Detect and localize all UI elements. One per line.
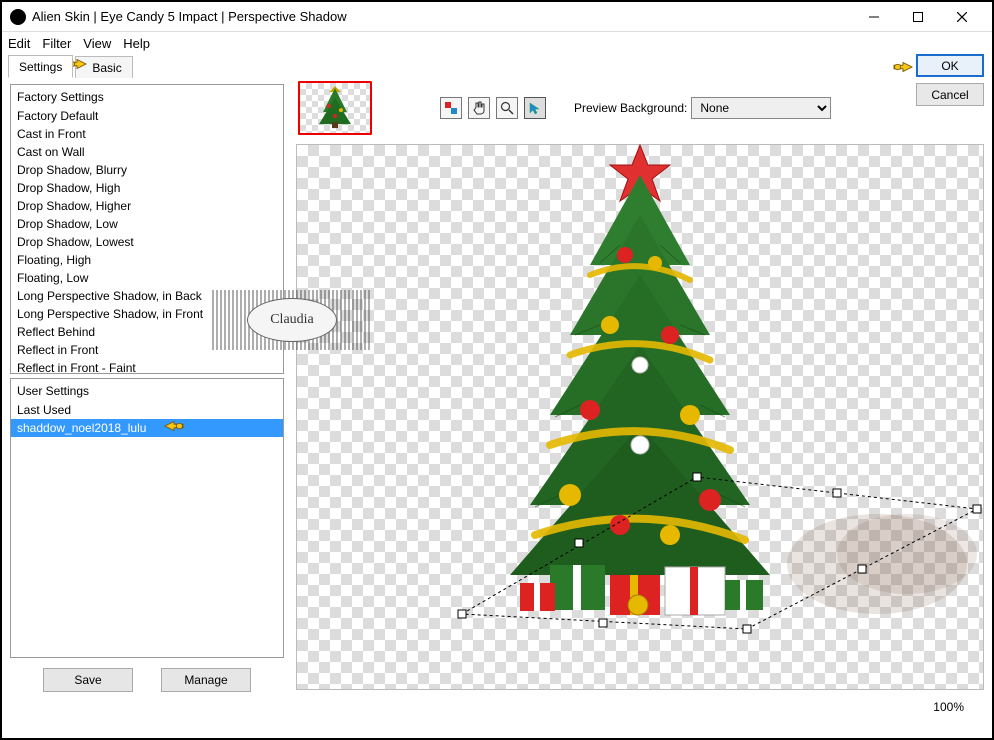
preset-item[interactable]: Drop Shadow, Higher	[11, 197, 283, 215]
preview-toolbar: Preview Background: None	[292, 78, 992, 138]
preset-item[interactable]: Factory Default	[11, 107, 283, 125]
thumbnail[interactable]	[298, 81, 372, 135]
preset-item[interactable]: Drop Shadow, Lowest	[11, 233, 283, 251]
thumbnail-tree-icon	[315, 84, 355, 130]
watermark-text: Claudia	[247, 298, 337, 342]
menu-bar: Edit Filter View Help	[2, 32, 992, 54]
menu-help[interactable]: Help	[123, 36, 150, 51]
sidebar: Factory Settings Factory Default Cast in…	[2, 78, 292, 718]
user-settings-list[interactable]: User Settings Last Used shaddow_noel2018…	[10, 378, 284, 658]
preview-canvas[interactable]	[296, 144, 984, 690]
tool-color-picker[interactable]	[440, 97, 462, 119]
menu-view[interactable]: View	[83, 36, 111, 51]
tab-basic[interactable]: Basic	[75, 56, 132, 78]
title-bar: Alien Skin | Eye Candy 5 Impact | Perspe…	[2, 2, 992, 32]
user-header: User Settings	[11, 381, 283, 401]
user-item-last-used[interactable]: Last Used	[11, 401, 283, 419]
manage-button[interactable]: Manage	[161, 668, 251, 692]
preset-item[interactable]: Cast on Wall	[11, 143, 283, 161]
tab-bar: Settings Basic	[2, 54, 992, 78]
tool-arrow[interactable]	[524, 97, 546, 119]
save-button[interactable]: Save	[43, 668, 133, 692]
tool-zoom[interactable]	[496, 97, 518, 119]
menu-edit[interactable]: Edit	[8, 36, 30, 51]
window-title: Alien Skin | Eye Candy 5 Impact | Perspe…	[32, 9, 852, 24]
user-item-selected[interactable]: shaddow_noel2018_lulu	[11, 419, 283, 437]
hand-pointer-icon	[892, 58, 914, 76]
close-button[interactable]	[940, 3, 984, 31]
minimize-button[interactable]	[852, 3, 896, 31]
preview-image-tree	[440, 135, 840, 655]
hand-pointer-icon	[163, 417, 185, 435]
ok-button[interactable]: OK	[916, 54, 984, 77]
menu-filter[interactable]: Filter	[42, 36, 71, 51]
content-area: Preview Background: None	[292, 78, 992, 718]
preset-item[interactable]: Drop Shadow, Low	[11, 215, 283, 233]
watermark-stamp: Claudia	[212, 290, 372, 350]
preset-item[interactable]: Cast in Front	[11, 125, 283, 143]
app-icon	[10, 9, 26, 25]
preset-item[interactable]: Reflect in Front - Faint	[11, 359, 283, 374]
preview-bg-select[interactable]: None	[691, 97, 831, 119]
cancel-button[interactable]: Cancel	[916, 83, 984, 106]
preset-item[interactable]: Drop Shadow, Blurry	[11, 161, 283, 179]
tab-settings[interactable]: Settings	[8, 55, 73, 78]
preset-item[interactable]: Drop Shadow, High	[11, 179, 283, 197]
preset-item[interactable]: Floating, High	[11, 251, 283, 269]
maximize-button[interactable]	[896, 3, 940, 31]
preset-item[interactable]: Floating, Low	[11, 269, 283, 287]
preview-bg-label: Preview Background:	[574, 101, 687, 115]
tool-hand[interactable]	[468, 97, 490, 119]
factory-header: Factory Settings	[11, 87, 283, 107]
zoom-level: 100%	[933, 700, 964, 714]
